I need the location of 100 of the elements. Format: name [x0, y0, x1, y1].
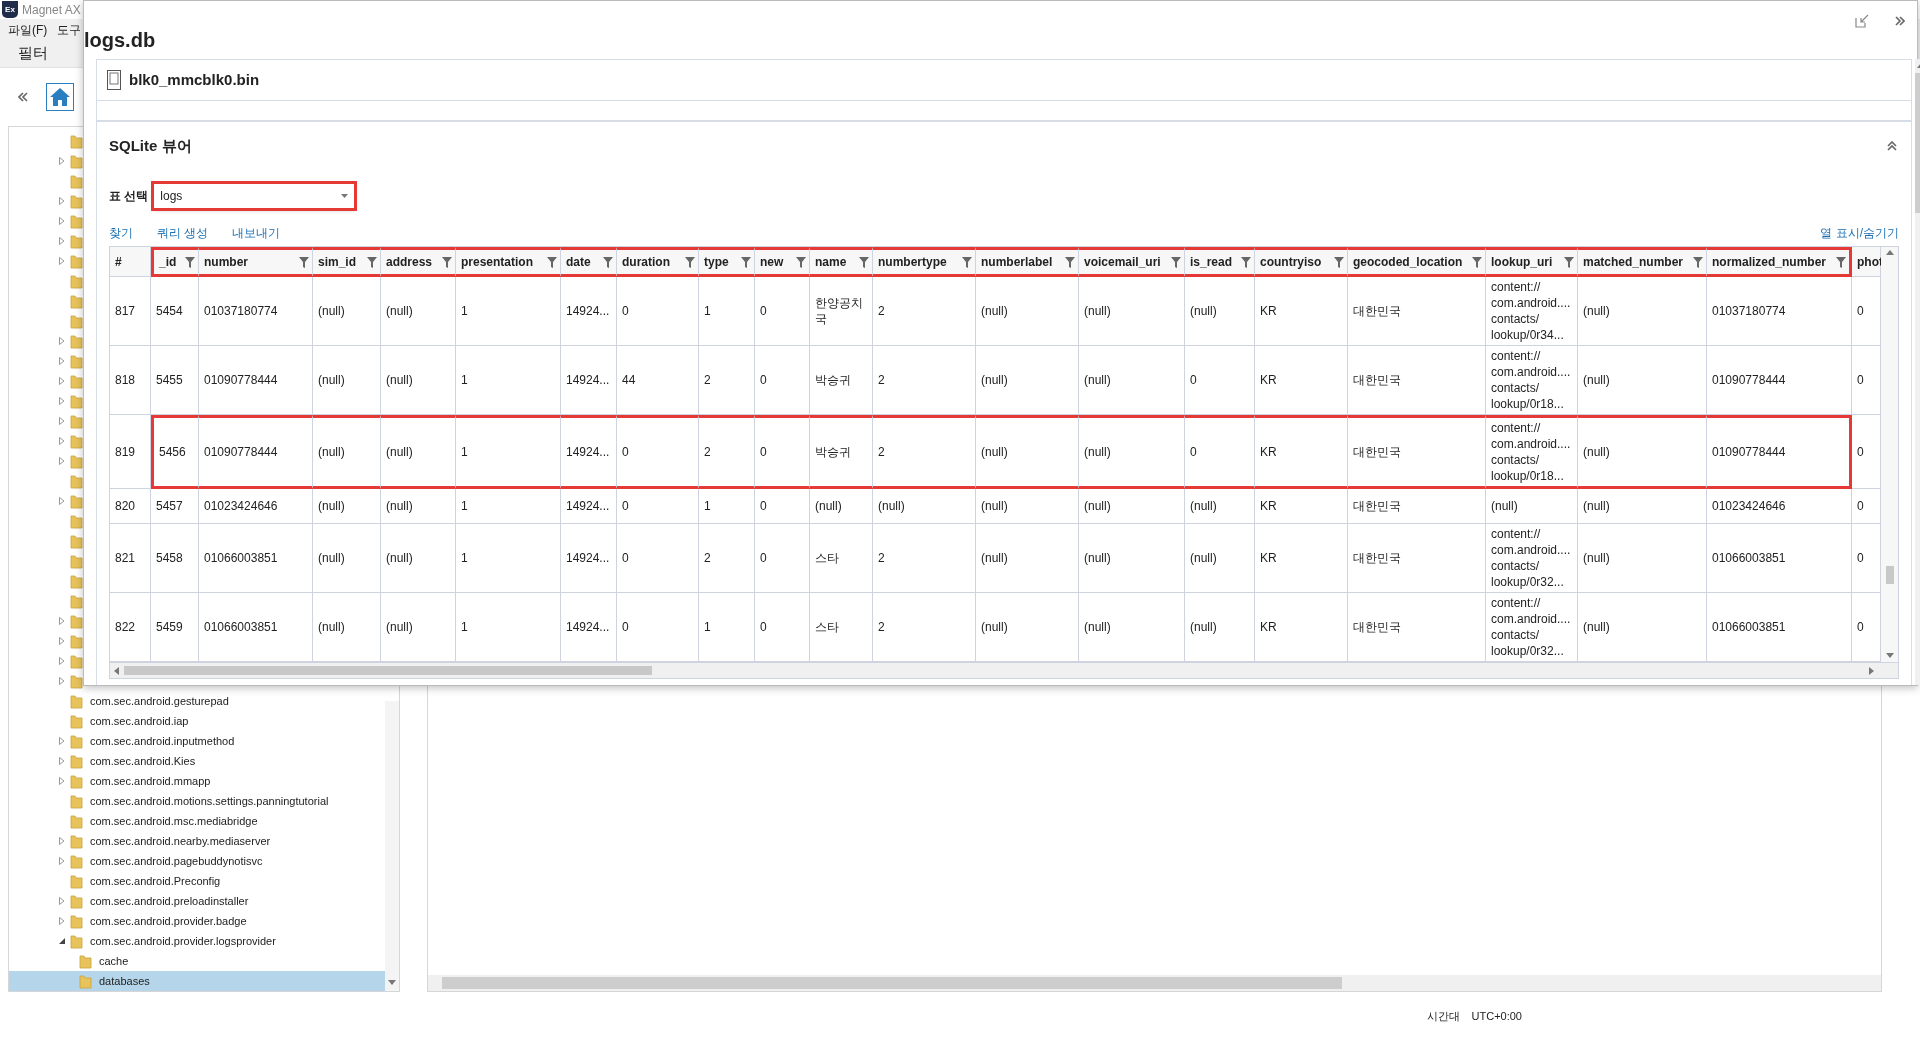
expand-triangle-icon[interactable]	[59, 437, 65, 446]
scroll-thumb[interactable]	[1885, 565, 1894, 584]
column-header[interactable]: numberlabel	[976, 247, 1079, 277]
tree-item[interactable]: com.sec.android.pagebuddynotisvc	[9, 851, 385, 872]
filter-icon[interactable]	[603, 256, 613, 268]
undock-icon[interactable]	[1855, 14, 1869, 28]
tree-item[interactable]: com.sec.android.gesturepad	[9, 691, 385, 712]
table-row[interactable]: 819 5456 01090778444 (null) (null) 1 14924... 0 2 0 박승귀 2 (null) (null) 0 KR 대한민국 content:// com.android.... contacts/ lookup/0r18... (null) 01090778444 0	[110, 415, 1881, 489]
expand-triangle-icon[interactable]	[59, 397, 65, 406]
expand-triangle-icon[interactable]	[59, 197, 65, 206]
column-header[interactable]: lookup_uri	[1486, 247, 1578, 277]
expand-triangle-icon[interactable]	[59, 237, 65, 246]
column-header[interactable]: is_read	[1185, 247, 1255, 277]
expand-triangle-icon[interactable]	[59, 837, 65, 846]
column-header[interactable]: #	[110, 247, 151, 277]
expand-triangle-icon[interactable]	[59, 617, 65, 626]
tree-item[interactable]: com.sec.android.preloadinstaller	[9, 891, 385, 912]
expand-triangle-icon[interactable]	[59, 737, 65, 746]
tree-row[interactable]	[59, 373, 83, 389]
expand-triangle-icon[interactable]	[59, 657, 65, 666]
filter-icon[interactable]	[1693, 256, 1703, 268]
tree-item[interactable]: com.sec.android.msc.mediabridge	[9, 811, 385, 832]
expand-triangle-icon[interactable]	[59, 377, 65, 386]
filter-icon[interactable]	[859, 256, 869, 268]
table-row[interactable]: 817 5454 01037180774 (null) (null) 1 14924... 0 1 0 한양공치국 2 (null) (null) (null) KR 대한민국 content:// com.android.... contacts/ lookup/0r34... (null) 01037180774 0	[110, 277, 1881, 346]
tree-item[interactable]: com.sec.android.inputmethod	[9, 731, 385, 752]
tree-item[interactable]: com.sec.android.provider.logsprovider	[9, 931, 385, 952]
filter-icon[interactable]	[185, 256, 195, 268]
tree-row[interactable]	[59, 493, 83, 509]
expand-triangle-icon[interactable]	[59, 677, 65, 686]
expand-triangle-icon[interactable]	[59, 637, 65, 646]
table-row[interactable]: 818 5455 01090778444 (null) (null) 1 14924... 44 2 0 박승귀 2 (null) (null) 0 KR 대한민국 content:// com.android.... contacts/ lookup/0r18... (null) 01090778444 0	[110, 346, 1881, 415]
tree-item[interactable]: com.sec.android.Kies	[9, 751, 385, 772]
tree-item[interactable]: com.sec.android.nearby.mediaserver	[9, 831, 385, 852]
filter-icon[interactable]	[1241, 256, 1251, 268]
column-header[interactable]: matched_number	[1578, 247, 1707, 277]
tree-row[interactable]	[59, 333, 83, 349]
collapse-triangle-icon[interactable]	[59, 938, 65, 945]
column-header[interactable]: voicemail_uri	[1079, 247, 1185, 277]
filter-icon[interactable]	[442, 256, 452, 268]
tree-row[interactable]	[59, 233, 83, 249]
expand-triangle-icon[interactable]	[59, 157, 65, 166]
tree-row[interactable]	[59, 213, 83, 229]
column-header[interactable]: sim_id	[313, 247, 381, 277]
column-header[interactable]: _id	[151, 247, 199, 277]
double-chevron-right-icon[interactable]	[1895, 16, 1905, 26]
tree-row[interactable]	[59, 393, 83, 409]
tree-row[interactable]	[59, 633, 83, 649]
filter-icon[interactable]	[741, 256, 751, 268]
vertical-scrollbar[interactable]	[385, 701, 399, 992]
scroll-right-arrow-icon[interactable]	[1867, 666, 1875, 675]
column-header[interactable]: address	[381, 247, 456, 277]
home-icon[interactable]	[46, 83, 74, 112]
scroll-down-arrow-icon[interactable]	[1885, 652, 1894, 660]
collapse-icon[interactable]	[1887, 141, 1897, 151]
column-header[interactable]: presentation	[456, 247, 561, 277]
expand-triangle-icon[interactable]	[59, 457, 65, 466]
expand-triangle-icon[interactable]	[59, 357, 65, 366]
expand-triangle-icon[interactable]	[59, 337, 65, 346]
tree-item[interactable]: com.sec.android.mmapp	[9, 771, 385, 792]
table-row[interactable]: 820 5457 01023424646 (null) (null) 1 14924... 0 1 0 (null) (null) (null) (null) (null) KR 대한민국 (null) (null) 01023424646 0	[110, 489, 1881, 524]
table-select[interactable]: logs	[154, 184, 355, 208]
column-header[interactable]: date	[561, 247, 617, 277]
tree-row[interactable]	[59, 153, 83, 169]
filter-icon[interactable]	[547, 256, 557, 268]
expand-triangle-icon[interactable]	[59, 917, 65, 926]
scroll-left-arrow-icon[interactable]	[113, 666, 121, 675]
column-header[interactable]: duration	[617, 247, 699, 277]
column-header[interactable]: number	[199, 247, 313, 277]
tree-item[interactable]: databases	[9, 971, 385, 992]
filter-icon[interactable]	[1334, 256, 1344, 268]
filter-icon[interactable]	[962, 256, 972, 268]
filter-icon[interactable]	[1472, 256, 1482, 268]
tree-row[interactable]	[59, 453, 83, 469]
tree-row[interactable]	[59, 253, 83, 269]
column-header[interactable]: name	[810, 247, 873, 277]
expand-triangle-icon[interactable]	[59, 417, 65, 426]
tree-row[interactable]	[59, 613, 83, 629]
scroll-thumb[interactable]	[442, 977, 1342, 990]
column-header[interactable]: type	[699, 247, 755, 277]
column-header[interactable]: numbertype	[873, 247, 976, 277]
column-header[interactable]: geocoded_location	[1348, 247, 1486, 277]
column-header[interactable]: normalized_number	[1707, 247, 1852, 277]
action-link[interactable]: 내보내기	[232, 224, 281, 242]
tree-item[interactable]: cache	[9, 951, 385, 972]
filter-icon[interactable]	[367, 256, 377, 268]
toolbar-tab[interactable]: 필터	[18, 42, 48, 65]
horizontal-scrollbar[interactable]	[110, 662, 1898, 678]
column-header[interactable]: new	[755, 247, 810, 277]
tree-row[interactable]	[59, 433, 83, 449]
expand-triangle-icon[interactable]	[59, 217, 65, 226]
tree-item[interactable]: com.sec.android.Preconfig	[9, 871, 385, 892]
menu-item[interactable]: 파일(F)	[8, 20, 48, 39]
action-link[interactable]: 쿼리 생성	[157, 224, 209, 242]
tree-item[interactable]: com.sec.android.motions.settings.panningtutorial	[9, 791, 385, 812]
filter-icon[interactable]	[796, 256, 806, 268]
expand-triangle-icon[interactable]	[59, 257, 65, 266]
tree-item[interactable]: com.sec.android.iap	[9, 711, 385, 732]
expand-triangle-icon[interactable]	[59, 497, 65, 506]
filter-icon[interactable]	[685, 256, 695, 268]
